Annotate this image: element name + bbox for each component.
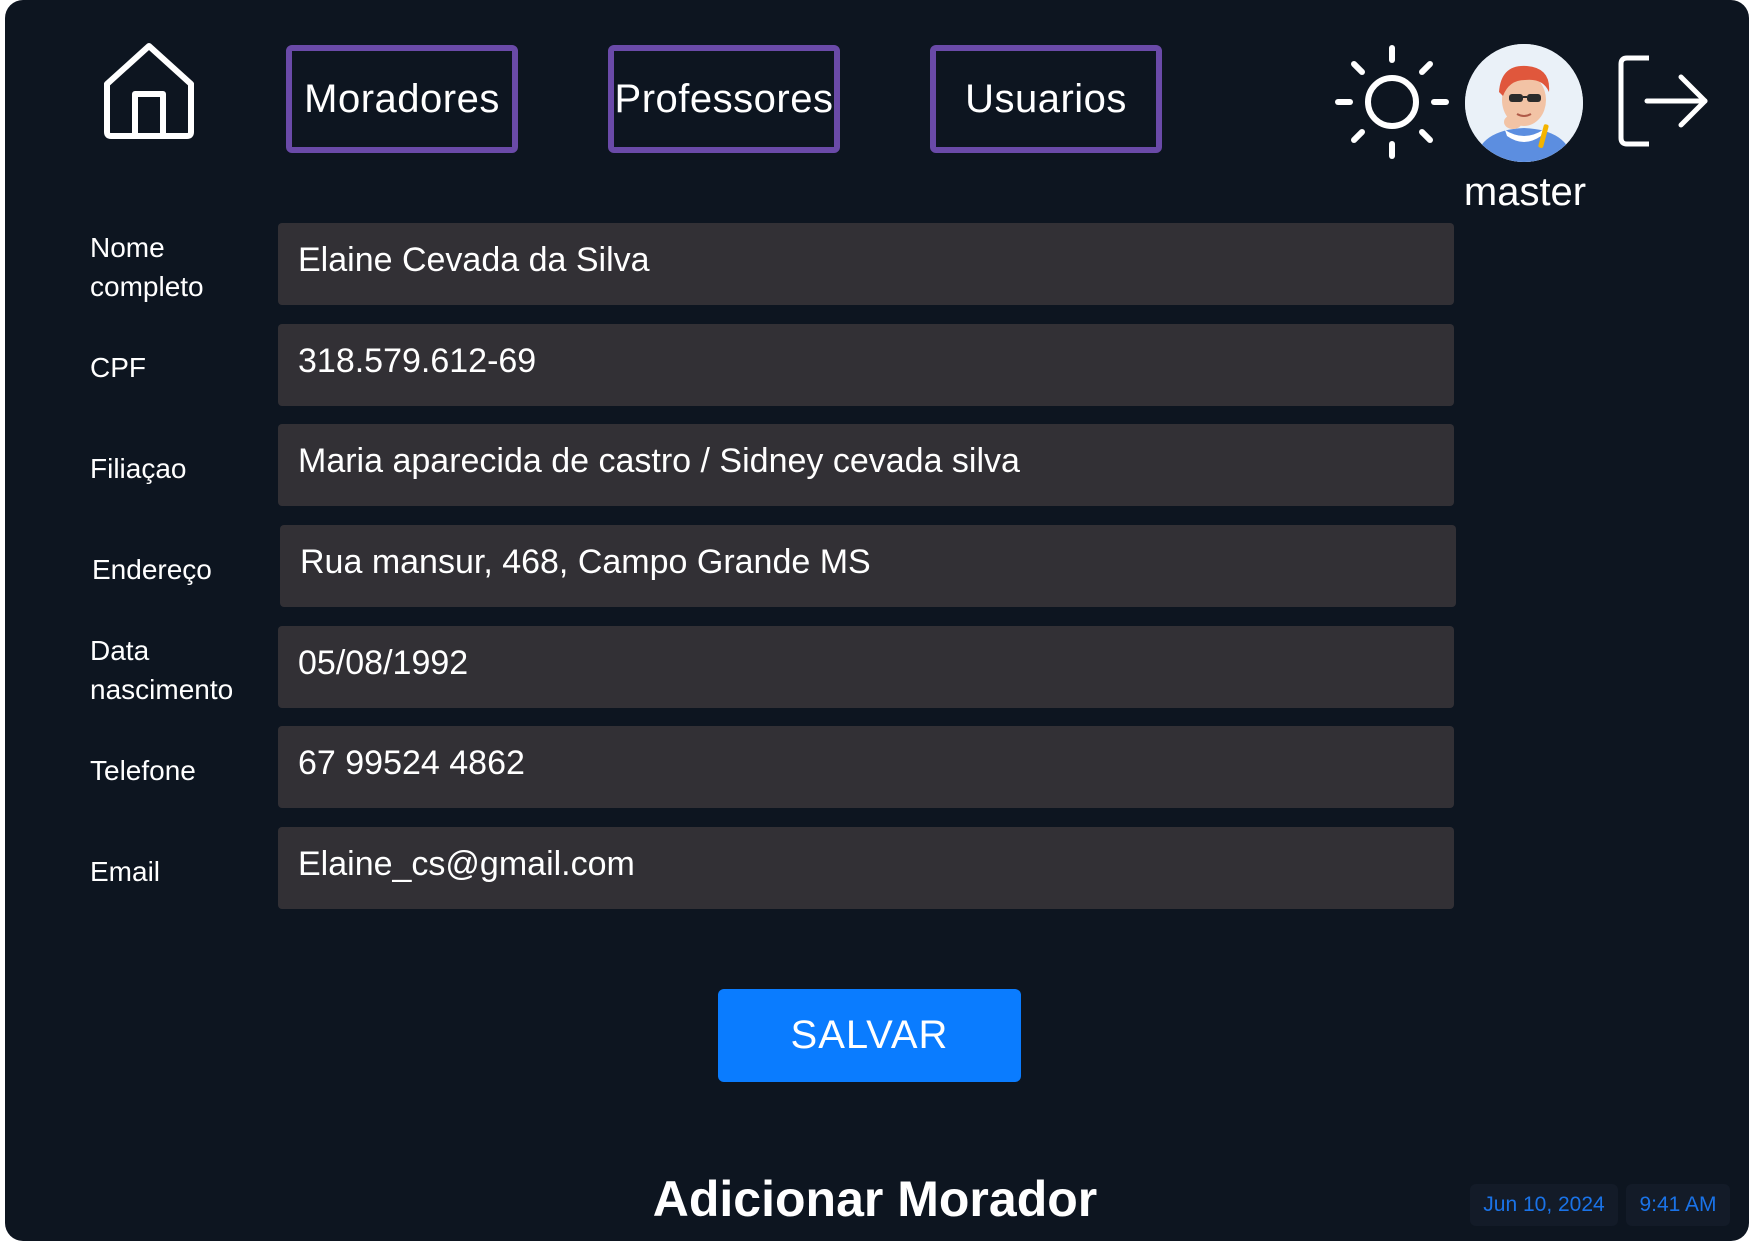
sun-icon: [1335, 45, 1449, 159]
logout-icon: [1618, 55, 1708, 147]
tab-professores[interactable]: Professores: [608, 45, 840, 153]
username: master: [1463, 170, 1587, 214]
input-data-nascimento[interactable]: 05/08/1992: [278, 626, 1454, 708]
input-nome-completo[interactable]: Elaine Cevada da Silva: [278, 223, 1454, 305]
status-time: 9:41 AM: [1626, 1184, 1730, 1226]
input-cpf-value: 318.579.612-69: [298, 342, 537, 380]
home-button[interactable]: [99, 42, 209, 158]
tab-usuarios-label: Usuarios: [965, 76, 1127, 121]
status-date: Jun 10, 2024: [1470, 1184, 1618, 1226]
user-avatar: [1465, 44, 1583, 162]
input-telefone[interactable]: 67 99524 4862: [278, 726, 1454, 808]
tab-professores-label: Professores: [614, 76, 834, 121]
input-data-nascimento-value: 05/08/1992: [298, 644, 469, 682]
label-email: Email: [90, 856, 161, 887]
logout-button[interactable]: [1613, 50, 1713, 154]
avatar[interactable]: [1465, 44, 1583, 162]
home-icon: [104, 43, 194, 139]
input-telefone-value: 67 99524 4862: [298, 744, 525, 782]
tab-moradores[interactable]: Moradores: [286, 45, 518, 153]
label-filiacao: Filiaçao: [90, 453, 187, 484]
label-endereco: Endereço: [92, 554, 212, 585]
label-data-nascimento: Data nascimento: [90, 635, 234, 705]
label-telefone: Telefone: [90, 755, 196, 786]
input-nome-completo-value: Elaine Cevada da Silva: [298, 241, 650, 279]
label-nome-completo: Nome completo: [90, 232, 204, 302]
app-screen: Moradores Professores Usuarios master No…: [5, 0, 1749, 1241]
tab-moradores-label: Moradores: [304, 76, 500, 121]
input-email-value: Elaine_cs@gmail.com: [298, 845, 635, 883]
input-cpf[interactable]: 318.579.612-69: [278, 324, 1454, 406]
input-endereco[interactable]: Rua mansur, 468, Campo Grande MS: [280, 525, 1456, 607]
input-filiacao[interactable]: Maria aparecida de castro / Sidney cevad…: [278, 424, 1454, 506]
page-title: Adicionar Morador: [652, 1171, 1098, 1227]
input-email[interactable]: Elaine_cs@gmail.com: [278, 827, 1454, 909]
input-filiacao-value: Maria aparecida de castro / Sidney cevad…: [298, 442, 1020, 480]
save-button-label: SALVAR: [790, 1013, 949, 1057]
save-button[interactable]: SALVAR: [718, 989, 1021, 1082]
label-cpf: CPF: [90, 352, 146, 383]
tab-usuarios[interactable]: Usuarios: [930, 45, 1162, 153]
input-endereco-value: Rua mansur, 468, Campo Grande MS: [300, 543, 871, 581]
theme-toggle-button[interactable]: [1330, 40, 1454, 164]
